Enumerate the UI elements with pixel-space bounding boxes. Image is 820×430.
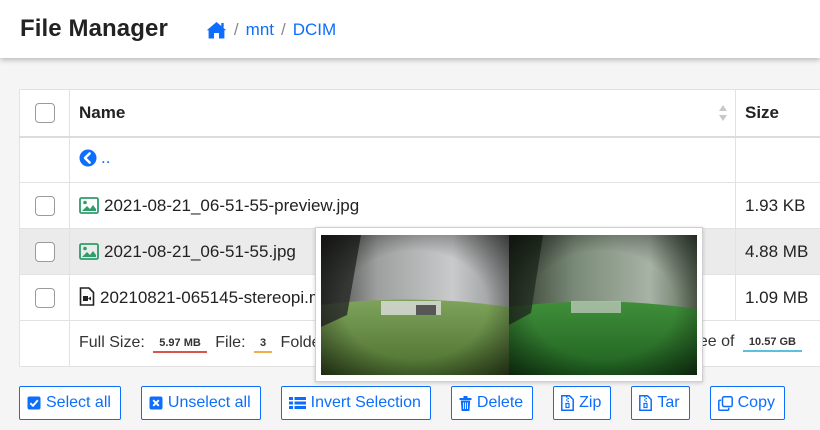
tar-button[interactable]: Tar [631,386,690,420]
table-row[interactable]: 2021-08-21_06-51-55-preview.jpg 1.93 KB [19,182,820,229]
copy-button[interactable]: Copy [709,386,785,420]
row-checkbox[interactable] [34,241,55,262]
file-name[interactable]: 20210821-065145-stereopi.mp4 [100,288,342,307]
breadcrumb-item-mnt[interactable]: mnt [246,20,274,40]
column-header-size[interactable]: Size [735,89,820,138]
row-checkbox-cell [19,228,70,275]
zip-button[interactable]: Zip [553,386,612,420]
breadcrumb-separator: / [233,20,239,39]
parent-folder-link[interactable]: .. [79,148,110,168]
copy-label: Copy [737,394,775,411]
free-space-badge: 10.57 GB [742,334,802,352]
breadcrumb-separator: / [281,20,286,39]
app-title: File Manager [20,15,168,42]
file-count-badge: 3 [253,335,273,353]
empty-cell [19,136,70,183]
top-bar: File Manager / mnt / DCIM [0,0,820,58]
file-name-cell[interactable]: 2021-08-21_06-51-55-preview.jpg [69,182,736,229]
column-header-name-label: Name [79,102,126,122]
invert-selection-label: Invert Selection [310,394,421,411]
file-size: 1.93 KB [735,182,820,229]
image-preview-popup [315,227,703,382]
home-icon[interactable] [206,21,227,39]
partition-info: ee of 10.57 GB [699,333,806,353]
delete-button[interactable]: Delete [450,386,534,420]
select-all-button[interactable]: Select all [19,386,121,420]
select-all-header-cell [19,89,70,138]
unselect-all-button[interactable]: Unselect all [140,386,261,420]
select-all-checkbox[interactable] [34,103,55,123]
full-size-badge: 5.97 MB [153,335,207,353]
select-all-label: Select all [46,394,111,411]
action-toolbar: Select all Unselect all Invert Selection… [19,386,805,420]
empty-cell [19,320,70,367]
parent-folder-cell: .. [69,136,736,183]
row-checkbox-cell [19,274,70,321]
file-count-label: File: [215,333,246,351]
file-name[interactable]: 2021-08-21_06-51-55-preview.jpg [104,196,359,215]
column-header-name[interactable]: Name [69,89,736,138]
zip-label: Zip [579,394,602,411]
file-size: 1.09 MB [735,274,820,321]
preview-image [321,235,697,375]
list-icon [288,396,306,410]
parent-folder-label: .. [101,147,111,167]
table-header-row: Name Size [19,89,820,138]
archive-file-icon [639,395,653,411]
video-file-icon [79,287,95,306]
file-size: 4.88 MB [735,228,820,275]
trash-icon [459,395,472,411]
partition-free-label: ee of [698,333,735,350]
x-square-icon [149,396,163,410]
file-name[interactable]: 2021-08-21_06-51-55.jpg [104,242,296,261]
unselect-all-label: Unselect all [167,394,251,411]
row-checkbox[interactable] [34,195,55,216]
row-checkbox-cell [19,182,70,229]
row-checkbox[interactable] [34,287,55,308]
image-icon [79,196,99,214]
delete-label: Delete [476,394,524,411]
tar-label: Tar [657,394,680,411]
image-icon [79,242,99,260]
empty-cell [735,136,820,183]
breadcrumb: / mnt / DCIM [206,20,336,40]
breadcrumb-item-dcim[interactable]: DCIM [293,20,336,40]
copy-icon [717,395,733,411]
full-size-label: Full Size: [79,333,145,351]
archive-file-icon [561,395,575,411]
check-square-icon [27,396,41,410]
sort-icon [719,105,727,121]
invert-selection-button[interactable]: Invert Selection [280,386,431,420]
circle-back-icon [79,149,97,167]
parent-folder-row: .. [19,136,820,183]
